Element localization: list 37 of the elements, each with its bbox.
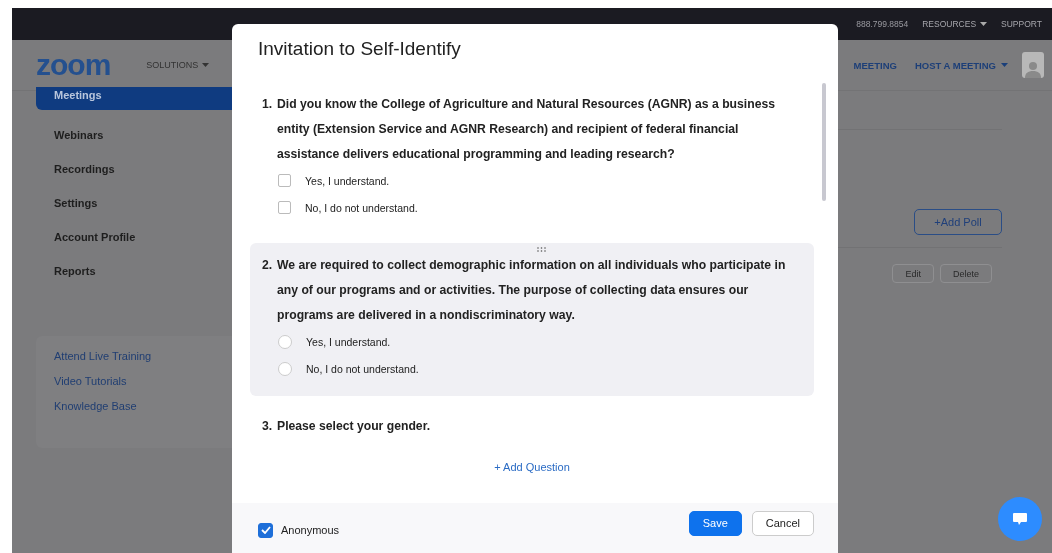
question-text: Did you know the College of Agriculture and Natural Resources (AGNR) as a business entity (Extension Service and AGNR Research) and recipient of federal financial assistance delivers educational programming and leading research? (277, 96, 776, 163)
radio-button[interactable] (278, 361, 292, 376)
checkbox[interactable] (258, 522, 273, 538)
nav-link[interactable]: RESOURCES (922, 19, 988, 29)
chat-button[interactable] (998, 497, 1042, 541)
nav-link[interactable]: HOST A MEETING (914, 59, 1008, 71)
chat-bubble-icon (1012, 512, 1028, 526)
row-button[interactable]: Edit (892, 264, 934, 283)
caret-icon (1001, 63, 1008, 67)
question-number: 2. (262, 257, 274, 274)
question-number: 3. (262, 418, 274, 435)
nav-link[interactable]: MEETING (853, 59, 897, 71)
checkbox[interactable] (278, 174, 291, 187)
option-label: No, I do not understand. (305, 201, 418, 214)
option-label: Yes, I understand. (305, 174, 390, 187)
radio-button[interactable] (278, 334, 292, 349)
scrollbar-thumb[interactable] (822, 83, 826, 201)
option-label: No, I do not understand. (306, 362, 419, 375)
drag-handle-icon[interactable] (537, 247, 546, 252)
row-button[interactable]: Delete (940, 264, 992, 283)
checkbox[interactable] (278, 201, 291, 214)
avatar[interactable] (1022, 52, 1044, 78)
checkbox-label: Anonymous (281, 524, 340, 536)
question-number: 1. (262, 96, 274, 113)
cancel-button[interactable]: Cancel (751, 510, 814, 536)
dialog-title: Invitation to Self-Identify (257, 37, 462, 61)
option-label: Yes, I understand. (306, 335, 391, 348)
nav-link[interactable]: SUPPORT (1001, 19, 1042, 29)
add-poll-button[interactable]: +Add Poll (914, 209, 1002, 235)
add-question-link[interactable]: + Add Question (494, 461, 570, 473)
phone-number: 888.799.8854 (856, 19, 909, 29)
question-text: We are required to collect demographic information on all individuals who participate in any of our programs and or activities. The purpose of collecting data ensures our programs are delivered in a nondiscriminatory way. (277, 257, 787, 324)
save-button[interactable]: Save (688, 510, 742, 536)
caret-icon (202, 63, 210, 67)
caret-icon (980, 22, 988, 26)
nav-link[interactable]: SOLUTIONS (146, 60, 210, 70)
question-text: Please select your gender. (277, 418, 432, 435)
